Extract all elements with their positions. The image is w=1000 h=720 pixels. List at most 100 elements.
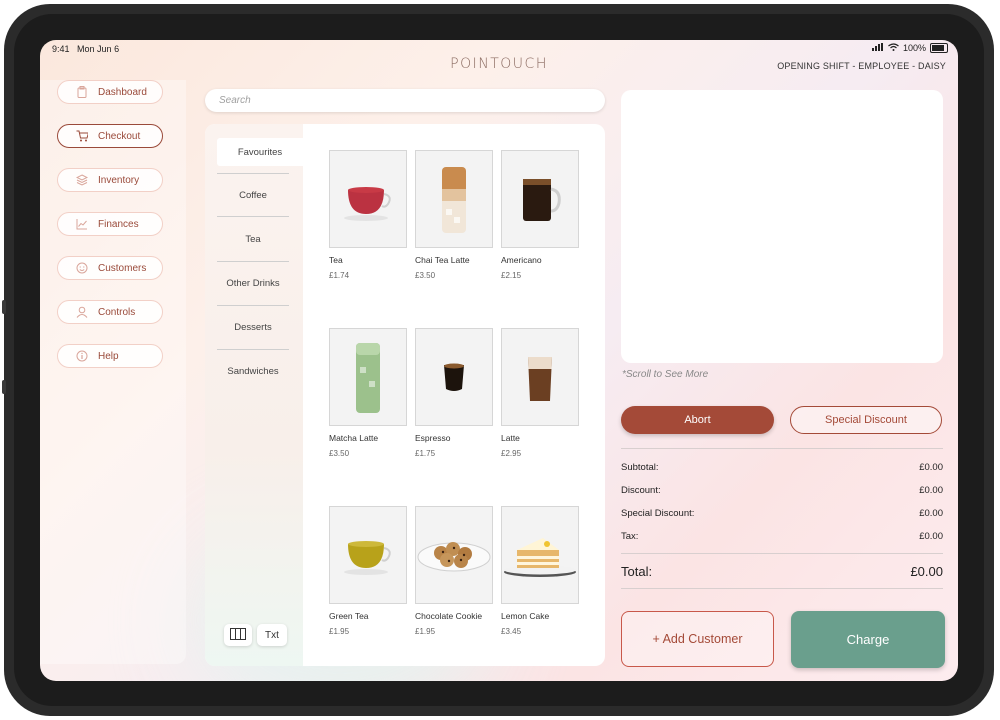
sidebar-item-inventory[interactable]: Inventory [57, 168, 163, 192]
order-items-panel[interactable] [621, 90, 943, 363]
tax-row: Tax: £0.00 [621, 531, 943, 542]
product-price: £1.75 [415, 449, 436, 458]
product-card-chocolate-cookie[interactable]: Chocolate Cookie £1.95 [415, 506, 493, 636]
status-indicators: 100% [871, 43, 948, 53]
text-view-button[interactable]: Txt [257, 624, 287, 646]
category-divider [217, 216, 289, 217]
summary-label: Subtotal: [621, 462, 659, 473]
clipboard-icon [76, 86, 88, 98]
sidebar-item-dashboard[interactable]: Dashboard [57, 80, 163, 104]
product-card-tea[interactable]: Tea £1.74 [329, 150, 407, 280]
category-divider [217, 349, 289, 350]
tab-favourites[interactable]: Favourites [217, 138, 303, 166]
sidebar-item-customers[interactable]: Customers [57, 256, 163, 280]
summary-value: £0.00 [919, 462, 943, 473]
tab-tea[interactable]: Tea [217, 234, 289, 245]
product-price: £1.74 [329, 271, 350, 280]
divider [621, 588, 943, 589]
add-customer-button[interactable]: + Add Customer [621, 611, 774, 667]
search-placeholder: Search [219, 95, 251, 106]
sidebar-item-checkout[interactable]: Checkout [57, 124, 163, 148]
app-screen: 9:41 Mon Jun 6 100% POINTOUCH OPENING SH… [40, 40, 958, 681]
product-price: £3.50 [329, 449, 350, 458]
battery-icon [930, 43, 948, 53]
product-name: Chai Tea Latte [415, 255, 470, 265]
sidebar-item-help[interactable]: Help [57, 344, 163, 368]
smile-icon [76, 262, 88, 274]
sidebar-item-label: Finances [98, 218, 139, 230]
grid-icon [230, 627, 246, 643]
wifi-icon [888, 43, 899, 53]
total-label: Total: [621, 564, 653, 579]
summary-value: £0.00 [919, 531, 943, 542]
category-divider [217, 173, 289, 174]
tea-image [329, 150, 407, 248]
layers-icon [76, 174, 88, 186]
product-name: Tea [329, 255, 343, 265]
product-card-green-tea[interactable]: Green Tea £1.95 [329, 506, 407, 636]
product-name: Chocolate Cookie [415, 611, 483, 621]
total-row: Total: £0.00 [621, 564, 943, 579]
cart-icon [76, 130, 88, 142]
divider [621, 553, 943, 554]
discount-row: Discount: £0.00 [621, 485, 943, 496]
info-icon [76, 350, 88, 362]
sidebar: Dashboard Checkout Inventory Finances Cu… [40, 80, 186, 664]
chocolate-cookie-image [415, 506, 493, 604]
product-card-lemon-cake[interactable]: Lemon Cake £3.45 [501, 506, 579, 636]
special-discount-button[interactable]: Special Discount [790, 406, 942, 434]
lemon-cake-image [501, 506, 579, 604]
shift-info: OPENING SHIFT - EMPLOYEE - DAISY [777, 61, 946, 71]
special-discount-row: Special Discount: £0.00 [621, 508, 943, 519]
product-card-espresso[interactable]: Espresso £1.75 [415, 328, 493, 458]
grid-view-button[interactable] [224, 624, 252, 646]
product-card-americano[interactable]: Americano £2.15 [501, 150, 579, 280]
battery-percent: 100% [902, 43, 926, 53]
tab-other-drinks[interactable]: Other Drinks [217, 278, 289, 289]
category-divider [217, 261, 289, 262]
product-price: £2.15 [501, 271, 522, 280]
sidebar-item-finances[interactable]: Finances [57, 212, 163, 236]
sidebar-item-label: Customers [98, 262, 147, 274]
espresso-image [415, 328, 493, 426]
product-name: Green Tea [329, 611, 369, 621]
volume-button [2, 300, 6, 314]
green-tea-image [329, 506, 407, 604]
summary-value: £0.00 [919, 485, 943, 496]
product-card-chai-tea-latte[interactable]: Chai Tea Latte £3.50 [415, 150, 493, 280]
search-input[interactable]: Search [205, 89, 605, 112]
chart-line-icon [76, 218, 88, 230]
tab-coffee[interactable]: Coffee [217, 190, 289, 201]
product-name: Espresso [415, 433, 451, 443]
americano-image [501, 150, 579, 248]
category-divider [217, 305, 289, 306]
product-name: Latte [501, 433, 520, 443]
summary-label: Special Discount: [621, 508, 695, 519]
product-card-matcha-latte[interactable]: Matcha Latte £3.50 [329, 328, 407, 458]
charge-button[interactable]: Charge [791, 611, 945, 668]
sidebar-item-label: Help [98, 350, 119, 362]
user-icon [76, 306, 88, 318]
chai-tea-latte-image [415, 150, 493, 248]
total-value: £0.00 [910, 564, 943, 579]
tab-desserts[interactable]: Desserts [217, 322, 289, 333]
summary-label: Discount: [621, 485, 661, 496]
product-price: £1.95 [329, 627, 350, 636]
matcha-latte-image [329, 328, 407, 426]
tab-sandwiches[interactable]: Sandwiches [217, 366, 289, 377]
scroll-hint: *Scroll to See More [622, 369, 709, 380]
product-name: Americano [501, 255, 542, 265]
product-name: Matcha Latte [329, 433, 379, 443]
status-clock: 9:41 [52, 44, 70, 54]
status-date: Mon Jun 6 [77, 44, 120, 54]
volume-button [2, 380, 6, 394]
latte-image [501, 328, 579, 426]
status-time: 9:41 Mon Jun 6 [52, 44, 119, 54]
product-price: £2.95 [501, 449, 522, 458]
abort-button[interactable]: Abort [621, 406, 774, 434]
category-list: Favourites Coffee Tea Other Drinks Desse… [205, 124, 303, 666]
sidebar-item-controls[interactable]: Controls [57, 300, 163, 324]
product-card-latte[interactable]: Latte £2.95 [501, 328, 579, 458]
sidebar-item-label: Checkout [98, 130, 141, 142]
product-price: £3.45 [501, 627, 522, 636]
